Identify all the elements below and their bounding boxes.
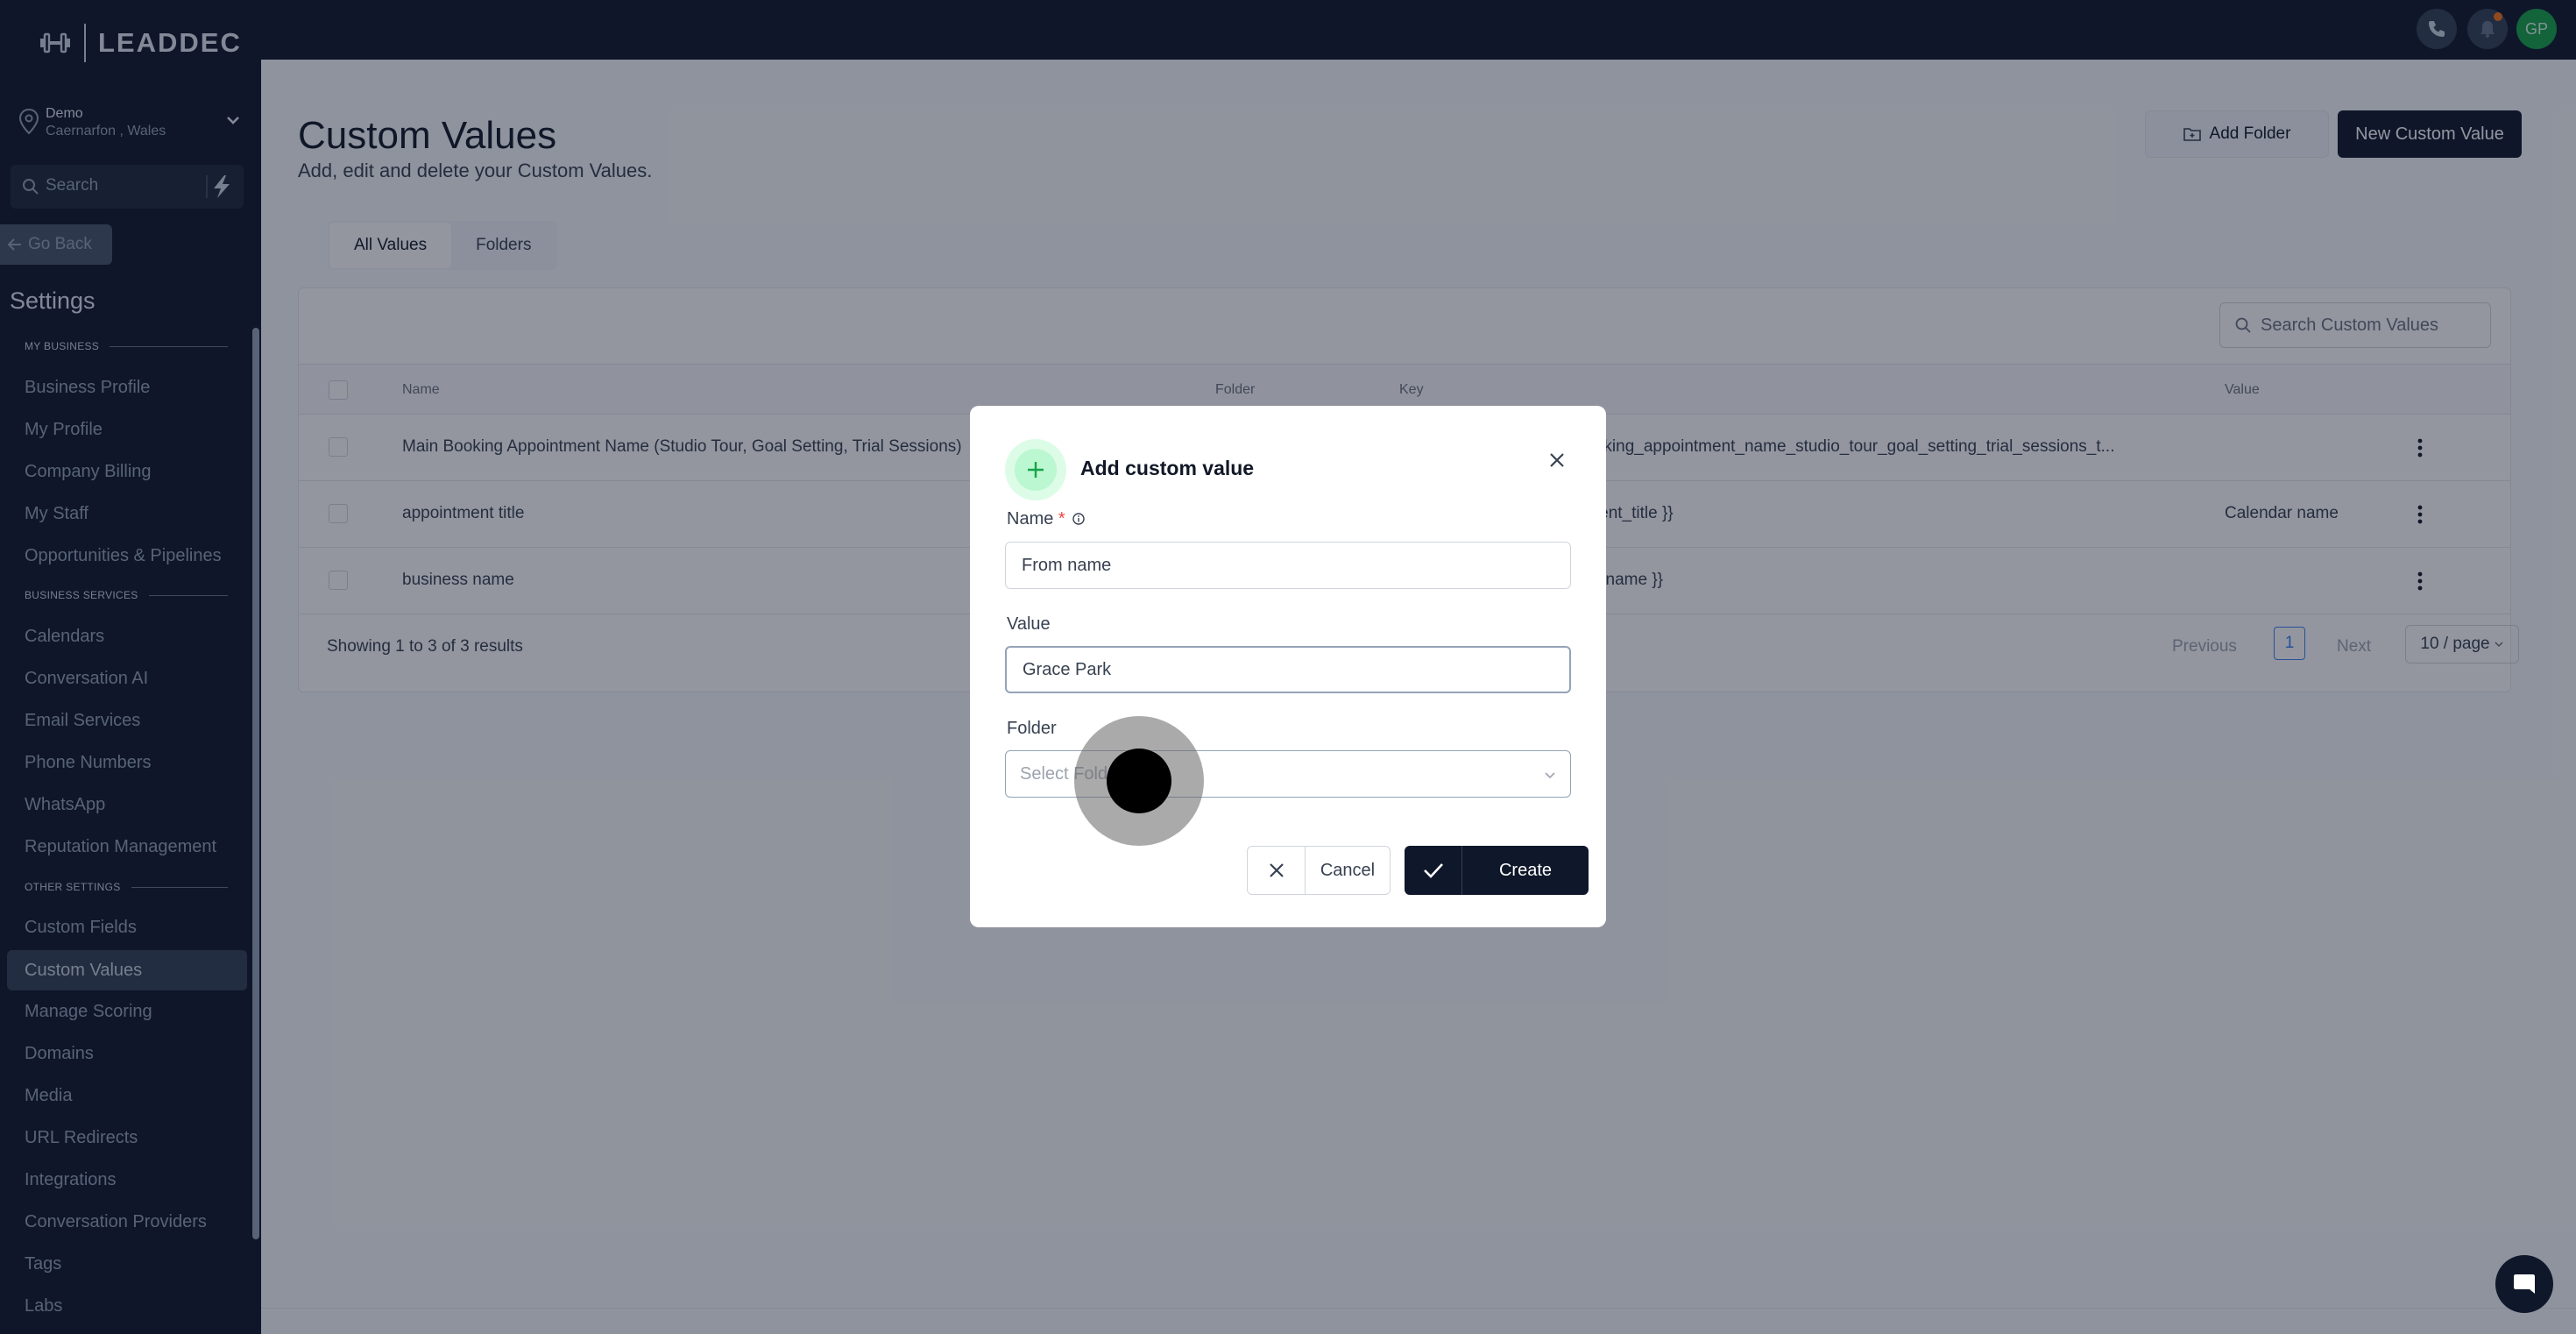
name-label-text: Name (1007, 509, 1054, 529)
value-input[interactable]: Grace Park (1005, 646, 1571, 693)
folder-label: Folder (1007, 719, 1057, 738)
create-label: Create (1498, 860, 1553, 880)
check-icon (1423, 863, 1443, 878)
add-custom-value-dialog: Add custom value Name * From name Value … (970, 406, 1606, 927)
name-label: Name * (1007, 509, 1086, 529)
click-indicator-dot (1107, 749, 1171, 813)
required-marker: * (1058, 509, 1065, 529)
create-button[interactable]: Create (1405, 846, 1589, 895)
value-label: Value (1007, 614, 1051, 634)
cancel-label: Cancel (1320, 860, 1376, 880)
cancel-button[interactable]: Cancel (1247, 846, 1391, 895)
info-icon[interactable] (1072, 512, 1086, 526)
name-input[interactable]: From name (1005, 542, 1571, 589)
plus-icon (1028, 462, 1044, 478)
close-icon[interactable] (1545, 448, 1569, 472)
chevron-down-icon (1545, 772, 1555, 779)
create-icon-box (1405, 846, 1462, 895)
dialog-title: Add custom value (1080, 457, 1255, 479)
dialog-icon-badge (1005, 439, 1066, 500)
chat-widget-button[interactable] (2495, 1255, 2553, 1313)
chat-icon (2514, 1274, 2535, 1294)
cancel-icon-box (1248, 847, 1306, 894)
close-icon (1269, 863, 1284, 877)
